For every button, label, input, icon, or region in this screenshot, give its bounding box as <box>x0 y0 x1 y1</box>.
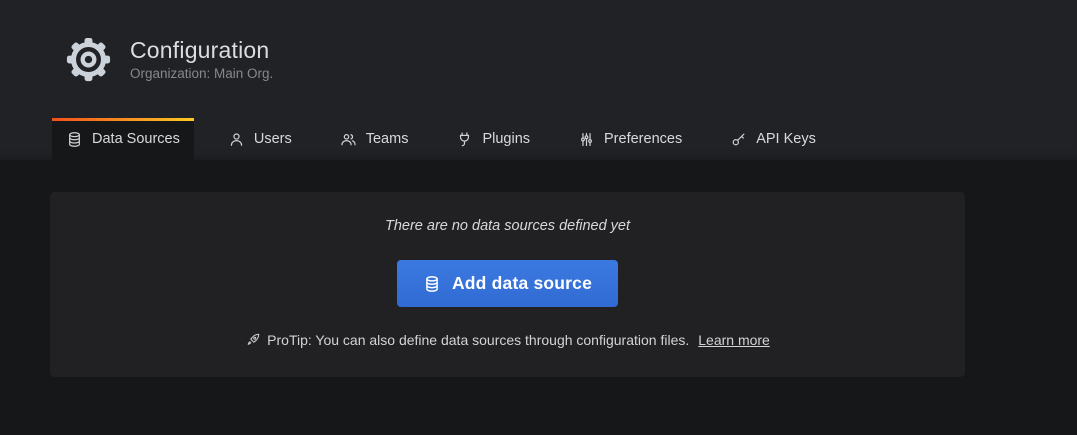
sliders-icon <box>578 131 595 148</box>
tab-label: API Keys <box>756 131 816 147</box>
tab-plugins[interactable]: Plugins <box>442 118 544 160</box>
tab-label: Teams <box>366 131 409 147</box>
learn-more-link[interactable]: Learn more <box>698 332 770 348</box>
tab-teams[interactable]: Teams <box>326 118 423 160</box>
content-area: There are no data sources defined yet Ad… <box>0 160 1077 377</box>
database-icon <box>423 275 441 293</box>
header-row: Configuration Organization: Main Org. <box>0 0 1077 118</box>
tab-label: Plugins <box>482 131 530 147</box>
add-data-source-button[interactable]: Add data source <box>397 260 618 307</box>
page-header: Configuration Organization: Main Org. Da… <box>0 0 1077 160</box>
database-icon <box>66 131 83 148</box>
tab-api-keys[interactable]: API Keys <box>716 118 830 160</box>
tab-preferences[interactable]: Preferences <box>564 118 696 160</box>
page-subtitle: Organization: Main Org. <box>130 66 273 81</box>
protip-text: ProTip: You can also define data sources… <box>267 332 689 348</box>
tab-label: Data Sources <box>92 131 180 147</box>
add-data-source-label: Add data source <box>452 273 592 294</box>
key-icon <box>730 131 747 148</box>
tab-label: Users <box>254 131 292 147</box>
protip: ProTip: You can also define data sources… <box>50 332 965 348</box>
title-block: Configuration Organization: Main Org. <box>130 37 273 81</box>
tab-users[interactable]: Users <box>214 118 306 160</box>
gear-icon <box>66 37 111 82</box>
empty-state-panel: There are no data sources defined yet Ad… <box>50 192 965 377</box>
plug-icon <box>456 131 473 148</box>
tab-data-sources[interactable]: Data Sources <box>52 118 194 160</box>
rocket-icon <box>245 332 261 348</box>
page-title: Configuration <box>130 37 273 63</box>
user-icon <box>228 131 245 148</box>
tab-bar: Data Sources Users Teams <box>0 118 1077 160</box>
empty-state-message: There are no data sources defined yet <box>50 218 965 234</box>
tab-label: Preferences <box>604 131 682 147</box>
users-icon <box>340 131 357 148</box>
